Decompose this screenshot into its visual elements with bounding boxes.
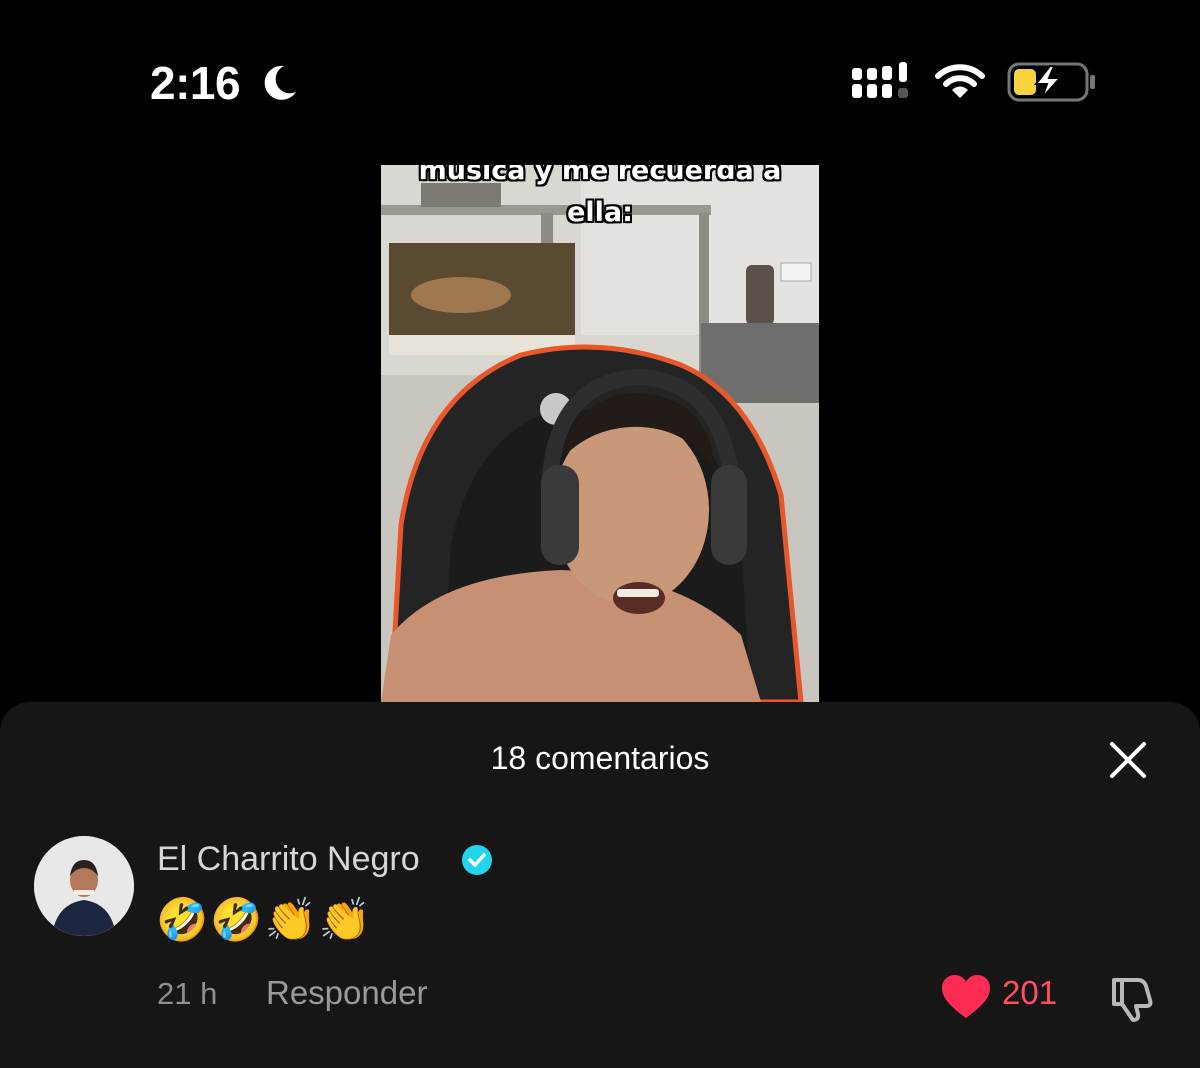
thumbs-down-icon[interactable] [1106,972,1158,1024]
battery-charging-icon [1007,62,1095,102]
comments-sheet: 18 comentarios El Charrito Negro 🤣🤣👏👏 21… [0,702,1200,1068]
comments-count-title: 18 comentarios [490,740,710,776]
status-bar: 2:16 [0,0,1200,150]
reply-button[interactable]: Responder [266,974,427,1012]
moon-icon [264,65,296,100]
wifi-icon [935,64,985,98]
comment-item: El Charrito Negro 🤣🤣👏👏 21 h Responder 20… [0,832,1200,1068]
like-count: 201 [1002,974,1058,1011]
avatar[interactable] [34,836,134,936]
video-player[interactable]: música y me recuerda a ella: [381,165,819,702]
avatar-image [34,836,134,936]
video-caption-line-2: ella: [567,197,633,228]
status-time: 2:16 [150,57,241,109]
video-frame [381,165,819,702]
video-caption-line-1: música y me recuerda a [418,165,782,186]
verified-badge-icon [462,845,492,875]
comment-text: 🤣🤣👏👏 [156,896,374,943]
heart-icon[interactable] [940,974,992,1020]
close-icon[interactable] [1100,732,1156,788]
comment-username[interactable]: El Charrito Negro [157,840,420,879]
comment-timestamp: 21 h [157,976,218,1011]
cellular-signal-icon [852,62,908,98]
